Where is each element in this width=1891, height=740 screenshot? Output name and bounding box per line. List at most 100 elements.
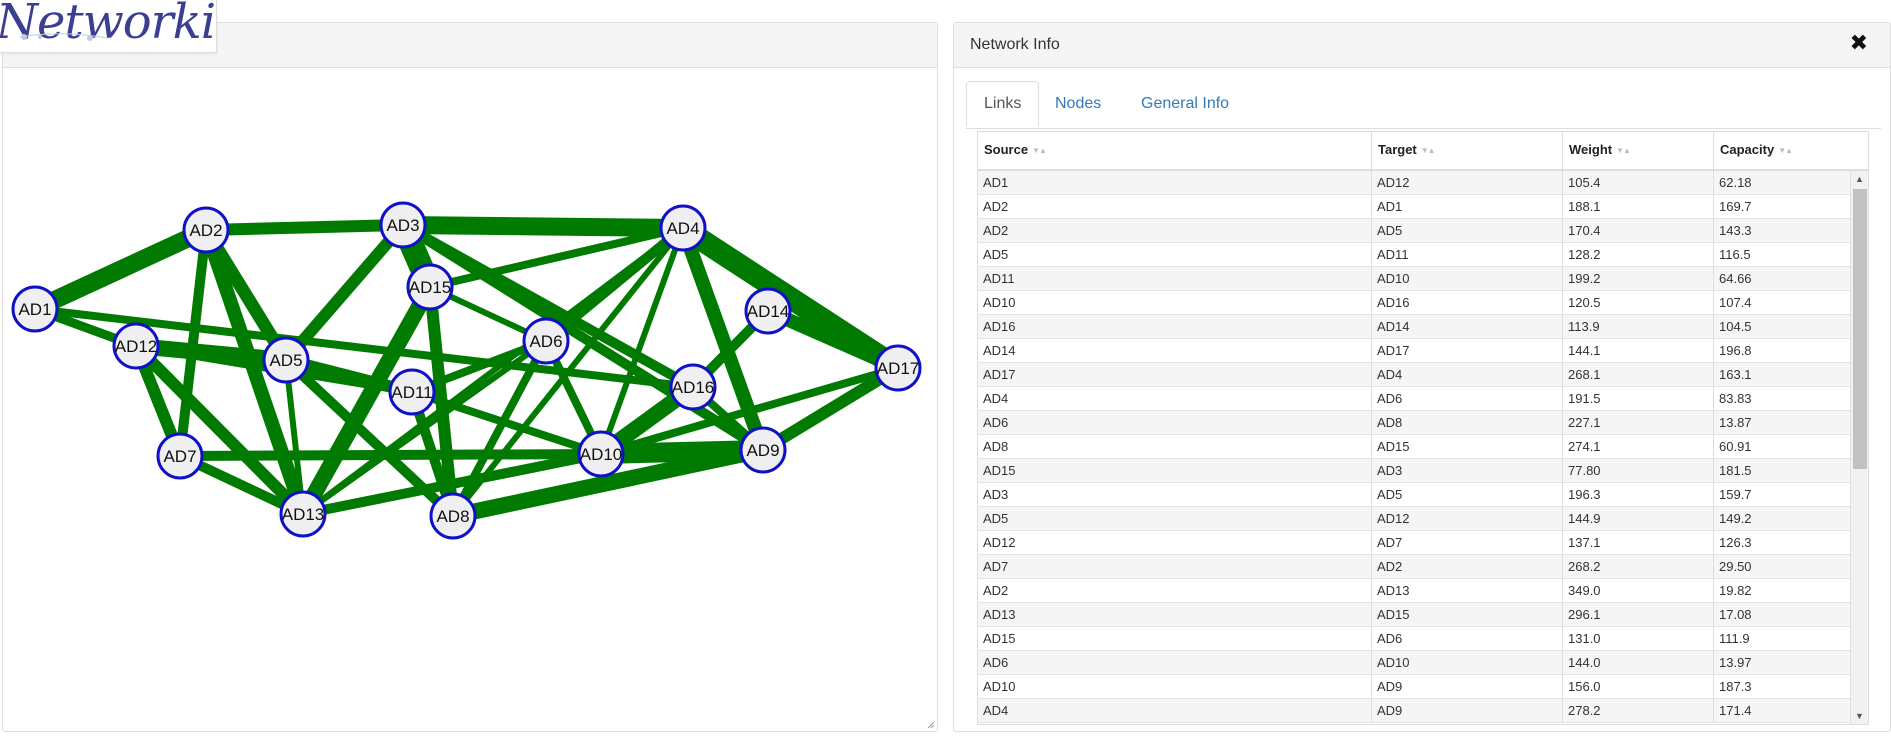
cell-weight: 191.5: [1562, 387, 1713, 410]
graph-node[interactable]: AD13: [279, 490, 327, 538]
cell-weight: 170.4: [1562, 219, 1713, 242]
graph-edge[interactable]: [402, 216, 684, 237]
graph-node[interactable]: AD8: [429, 492, 477, 540]
resize-handle-icon[interactable]: [927, 721, 935, 729]
graph-edge[interactable]: [31, 221, 210, 318]
cell-capacity: 19.82: [1713, 579, 1850, 602]
scroll-down-icon[interactable]: ▼: [1851, 708, 1868, 724]
table-row[interactable]: AD14 AD17 144.1 196.8: [978, 339, 1850, 363]
graph-node[interactable]: AD2: [182, 206, 230, 254]
graph-edge[interactable]: [205, 219, 404, 236]
cell-weight: 156.0: [1562, 675, 1713, 698]
node-label: AD11: [391, 383, 432, 402]
cell-source: AD13: [983, 607, 1016, 622]
table-row[interactable]: AD4 AD9 278.2 171.4: [978, 699, 1850, 723]
tab-nodes[interactable]: Nodes: [1038, 81, 1118, 127]
table-row[interactable]: AD10 AD9 156.0 187.3: [978, 675, 1850, 699]
cell-source: AD2: [983, 223, 1009, 238]
cell-weight: 268.1: [1562, 363, 1713, 386]
cell-target: AD9: [1371, 699, 1562, 722]
table-row[interactable]: AD17 AD4 268.1 163.1: [978, 363, 1850, 387]
cell-target: AD17: [1371, 339, 1562, 362]
column-label: Target: [1378, 142, 1417, 157]
close-icon[interactable]: ✖: [1850, 31, 1868, 55]
panel-title: Network Info: [970, 36, 1060, 53]
table-row[interactable]: AD11 AD10 199.2 64.66: [978, 267, 1850, 291]
table-row[interactable]: AD5 AD11 128.2 116.5: [978, 243, 1850, 267]
network-graph[interactable]: AD1 AD2 AD3 AD4 AD5 AD6 AD7 AD8 AD9 AD10 AD11 AD12 A…: [3, 68, 937, 728]
sort-icon: ▼▲: [1420, 145, 1436, 155]
cell-target: AD16: [1371, 291, 1562, 314]
graph-edge[interactable]: [759, 362, 902, 456]
graph-node[interactable]: AD10: [577, 430, 625, 478]
table-row[interactable]: AD13 AD15 296.1 17.08: [978, 603, 1850, 627]
graph-node[interactable]: AD11: [388, 368, 436, 416]
table-row[interactable]: AD10 AD16 120.5 107.4: [978, 291, 1850, 315]
cell-weight: 144.9: [1562, 507, 1713, 530]
cell-target: AD15: [1371, 603, 1562, 626]
cell-capacity: 187.3: [1713, 675, 1850, 698]
node-label: AD3: [386, 216, 419, 235]
table-row[interactable]: AD6 AD8 227.1 13.87: [978, 411, 1850, 435]
table-row[interactable]: AD7 AD2 268.2 29.50: [978, 555, 1850, 579]
graph-node[interactable]: AD4: [659, 204, 707, 252]
table-scrollbar[interactable]: ▲ ▼: [1850, 171, 1868, 724]
cell-capacity: 159.7: [1713, 483, 1850, 506]
table-row[interactable]: AD2 AD13 349.0 19.82: [978, 579, 1850, 603]
network-info-panel: Network Info ✖ Links Nodes General Info …: [953, 22, 1891, 732]
tab-general-info[interactable]: General Info: [1124, 81, 1246, 127]
cell-target: AD5: [1371, 483, 1562, 506]
cell-source: AD5: [983, 511, 1009, 526]
cell-target: AD6: [1371, 387, 1562, 410]
graph-node[interactable]: AD6: [522, 317, 570, 365]
graph-node[interactable]: AD15: [406, 263, 454, 311]
tab-links[interactable]: Links: [966, 81, 1040, 127]
graph-node[interactable]: AD1: [11, 285, 59, 333]
table-row[interactable]: AD4 AD6 191.5 83.83: [978, 387, 1850, 411]
cell-capacity: 149.2: [1713, 507, 1850, 530]
cell-source: AD5: [983, 247, 1009, 262]
cell-target: AD12: [1371, 507, 1562, 530]
sort-icon: ▼▲: [1032, 145, 1047, 155]
table-row[interactable]: AD15 AD6 131.0 111.9: [978, 627, 1850, 651]
graph-node[interactable]: AD12: [112, 322, 160, 370]
column-label: Source: [984, 142, 1029, 157]
node-label: AD7: [163, 447, 196, 466]
table-row[interactable]: AD3 AD5 196.3 159.7: [978, 483, 1850, 507]
node-label: AD16: [672, 378, 715, 397]
table-row[interactable]: AD8 AD15 274.1 60.91: [978, 435, 1850, 459]
graph-node[interactable]: AD5: [262, 336, 310, 384]
scroll-thumb[interactable]: [1853, 189, 1867, 469]
cell-source: AD17: [983, 367, 1016, 382]
table-row[interactable]: AD2 AD1 188.1 169.7: [978, 195, 1850, 219]
graph-node[interactable]: AD17: [874, 344, 922, 392]
node-label: AD6: [529, 332, 562, 351]
node-label: AD1: [18, 300, 51, 319]
graph-node[interactable]: AD7: [156, 432, 204, 480]
column-header-source[interactable]: Source ▼▲: [978, 132, 1371, 169]
graph-node[interactable]: AD9: [739, 426, 787, 474]
table-row[interactable]: AD15 AD3 77.80 181.5: [978, 459, 1850, 483]
table-row[interactable]: AD2 AD5 170.4 143.3: [978, 219, 1850, 243]
graph-node[interactable]: AD3: [379, 201, 427, 249]
cell-weight: 137.1: [1562, 531, 1713, 554]
cell-weight: 105.4: [1562, 171, 1713, 194]
cell-weight: 128.2: [1562, 243, 1713, 266]
node-label: AD5: [269, 351, 302, 370]
column-header-capacity[interactable]: Capacity ▼▲: [1713, 132, 1868, 169]
table-row[interactable]: AD6 AD10 144.0 13.97: [978, 651, 1850, 675]
column-header-weight[interactable]: Weight ▼▲: [1562, 132, 1713, 169]
cell-capacity: 64.66: [1713, 267, 1850, 290]
graph-node[interactable]: AD14: [744, 287, 792, 335]
table-row[interactable]: AD1 AD12 105.4 62.18: [978, 171, 1850, 195]
scroll-up-icon[interactable]: ▲: [1851, 171, 1868, 187]
cell-source: AD14: [983, 343, 1016, 358]
graph-node[interactable]: AD16: [669, 363, 717, 411]
table-row[interactable]: AD12 AD7 137.1 126.3: [978, 531, 1850, 555]
table-row[interactable]: AD5 AD12 144.9 149.2: [978, 507, 1850, 531]
column-header-target[interactable]: Target ▼▲: [1371, 132, 1562, 169]
graph-panel: AD1 AD2 AD3 AD4 AD5 AD6 AD7 AD8 AD9 AD10 AD11 AD12 A…: [2, 22, 938, 732]
table-row[interactable]: AD16 AD14 113.9 104.5: [978, 315, 1850, 339]
node-label: AD14: [747, 302, 790, 321]
cell-target: AD1: [1371, 195, 1562, 218]
